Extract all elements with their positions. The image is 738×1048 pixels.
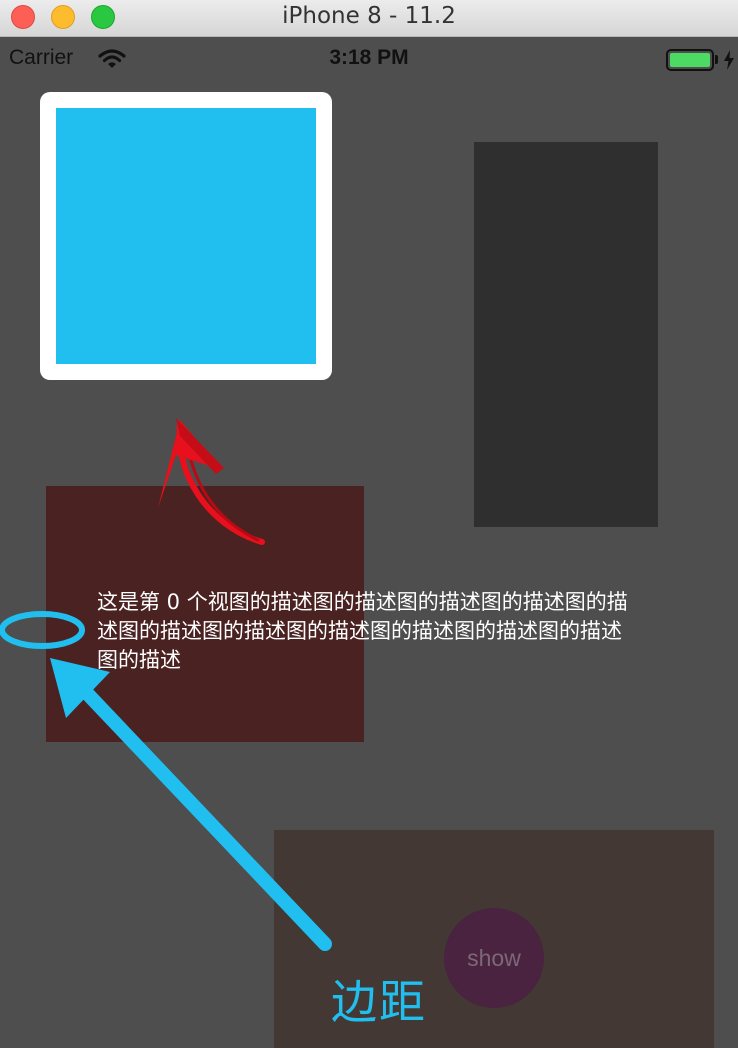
margin-annotation-label: 边距 <box>331 975 427 1029</box>
dark-side-view <box>474 142 658 527</box>
show-button[interactable]: show <box>444 908 544 1008</box>
status-time: 3:18 PM <box>329 46 409 69</box>
battery-level-fill <box>670 53 710 67</box>
ios-status-bar: Carrier 3:18 PM <box>0 38 738 80</box>
description-label: 这是第 0 个视图的描述图的描述图的描述图的描述图的描述图的描述图的描述图的描述… <box>97 590 628 672</box>
charging-bolt-icon <box>724 50 734 70</box>
blue-image-view <box>56 108 316 364</box>
battery-icon <box>666 49 714 71</box>
battery-cap <box>715 55 718 64</box>
simulator-title-bar: iPhone 8 - 11.2 <box>0 0 738 37</box>
window-title: iPhone 8 - 11.2 <box>282 3 456 29</box>
